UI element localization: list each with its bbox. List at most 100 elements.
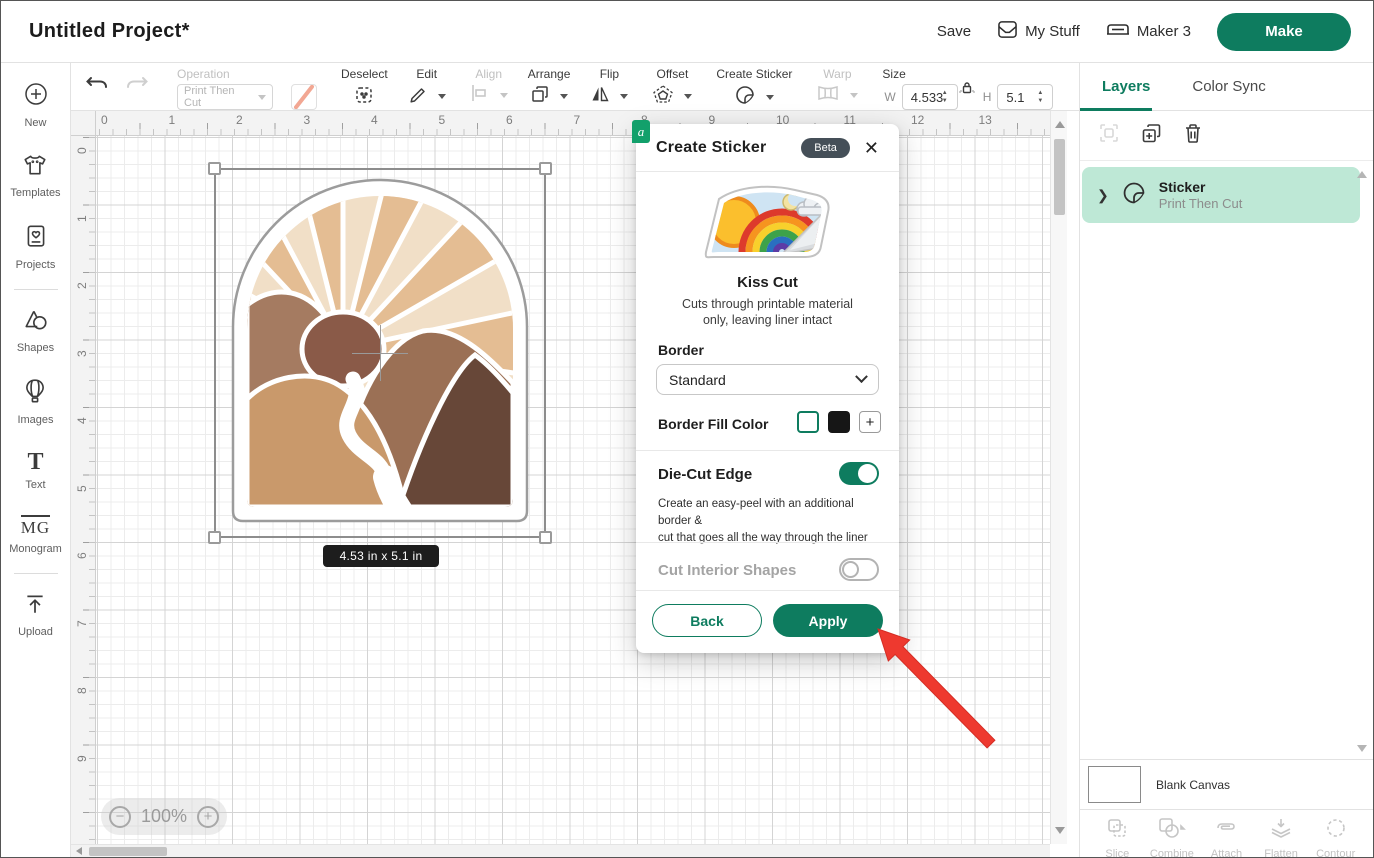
trash-icon[interactable] (1183, 122, 1203, 150)
scroll-up-arrow[interactable] (1055, 121, 1065, 128)
selection-bounding-box[interactable] (214, 168, 546, 538)
make-button[interactable]: Make (1217, 13, 1351, 51)
zoom-in-button[interactable]: + (197, 806, 219, 828)
horizontal-scroll-thumb[interactable] (89, 847, 167, 856)
layer-operations-bar: Slice Combine Attach (1080, 809, 1373, 857)
deselect-button[interactable]: Deselect (331, 63, 398, 110)
cricut-design-space-window: Untitled Project* Save My Stuff (0, 0, 1374, 858)
scroll-down-arrow[interactable] (1055, 827, 1065, 834)
flip-button[interactable]: Flip (580, 63, 638, 110)
apply-button[interactable]: Apply (773, 604, 883, 637)
combine-icon (1157, 816, 1187, 845)
monogram-icon: MG (21, 515, 50, 538)
combine-button: Combine (1145, 816, 1200, 857)
machine-icon (1106, 21, 1130, 43)
canvas-color-swatch[interactable] (1088, 766, 1141, 803)
sidebar-item-projects[interactable]: Projects (16, 223, 56, 271)
my-stuff-button[interactable]: My Stuff (997, 20, 1080, 43)
resize-handle-ne[interactable] (539, 162, 552, 175)
operation-label: Operation (177, 67, 230, 81)
fill-color-black-swatch[interactable] (828, 411, 850, 433)
width-stepper[interactable]: ▲▼ (942, 90, 953, 104)
back-button[interactable]: Back (652, 604, 762, 637)
arrange-button[interactable]: Arrange (518, 63, 581, 110)
slice-icon (1105, 816, 1129, 845)
machine-selector[interactable]: Maker 3 (1106, 21, 1191, 43)
zoom-control: − 100% + (101, 798, 227, 835)
ruler-tick-label: 4 (75, 417, 89, 424)
undo-button[interactable] (85, 74, 109, 99)
ruler-tick-label: 7 (75, 620, 89, 627)
layer-operation: Print Then Cut (1159, 196, 1243, 211)
blank-canvas-label: Blank Canvas (1156, 778, 1230, 792)
border-fill-color-label: Border Fill Color (658, 416, 768, 432)
layer-expand-chevron[interactable]: ❯ (1097, 187, 1109, 204)
layer-row-sticker[interactable]: ❯ Sticker Print Then Cut (1082, 167, 1360, 223)
ruler-tick-label: 8 (75, 687, 89, 694)
sidebar-item-text[interactable]: T Text (25, 450, 45, 491)
ruler-tick-label: 12 (911, 113, 924, 127)
border-label: Border (658, 342, 704, 358)
warp-icon (816, 84, 840, 107)
flip-icon (590, 84, 610, 109)
contour-button: Contour (1308, 816, 1363, 857)
canvas-area[interactable]: 012345678910111213 0123456789 (71, 111, 1067, 857)
vertical-scrollbar[interactable] (1050, 111, 1067, 844)
ruler-tick-label: 2 (75, 282, 89, 289)
resize-handle-nw[interactable] (208, 162, 221, 175)
duplicate-icon[interactable] (1140, 122, 1163, 150)
die-cut-edge-toggle[interactable] (839, 462, 879, 485)
paperclip-icon (1213, 816, 1239, 845)
balloon-icon (23, 378, 47, 409)
contour-icon (1324, 816, 1348, 845)
tab-color-sync[interactable]: Color Sync (1192, 78, 1265, 95)
create-sticker-button[interactable]: Create Sticker (706, 63, 802, 110)
save-button[interactable]: Save (937, 23, 971, 40)
center-crosshair (380, 325, 381, 381)
fill-color-white-swatch[interactable] (797, 411, 819, 433)
ruler-tick-label: 6 (506, 113, 513, 127)
tshirt-icon (22, 153, 48, 182)
flatten-button: Flatten (1254, 816, 1309, 857)
ruler-tick-label: 13 (979, 113, 992, 127)
close-icon[interactable]: ✕ (864, 139, 879, 157)
die-cut-edge-label: Die-Cut Edge (658, 466, 752, 483)
sidebar-item-images[interactable]: Images (17, 378, 53, 426)
layers-scroll-down-arrow[interactable] (1357, 745, 1367, 752)
group-select-icon (1098, 122, 1120, 149)
scroll-left-arrow[interactable] (76, 847, 82, 855)
cut-interior-shapes-toggle[interactable] (839, 558, 879, 581)
layers-scroll-up-arrow[interactable] (1357, 171, 1367, 178)
lock-ratio-icon[interactable] (959, 80, 975, 101)
blank-canvas-row[interactable]: Blank Canvas (1080, 759, 1373, 809)
horizontal-scrollbar[interactable] (71, 844, 1050, 857)
vertical-scroll-thumb[interactable] (1054, 139, 1065, 215)
tab-layers[interactable]: Layers (1102, 78, 1150, 95)
resize-handle-sw[interactable] (208, 531, 221, 544)
resize-handle-se[interactable] (539, 531, 552, 544)
sidebar-item-upload[interactable]: Upload (18, 592, 53, 638)
add-color-button[interactable]: + (859, 411, 881, 433)
warp-button: Warp (806, 63, 868, 110)
sidebar-item-monogram[interactable]: MG Monogram (9, 515, 62, 555)
border-dropdown[interactable]: Standard (656, 364, 879, 395)
offset-button[interactable]: Offset (642, 63, 702, 110)
height-stepper[interactable]: ▲▼ (1037, 90, 1048, 104)
sidebar-item-new[interactable]: New (23, 81, 49, 129)
ruler-tick-label: 3 (304, 113, 311, 127)
shapes-icon (23, 308, 49, 337)
redo-button[interactable] (125, 74, 149, 99)
sidebar-item-shapes[interactable]: Shapes (17, 308, 54, 354)
operation-color-swatch[interactable] (291, 84, 317, 110)
zoom-out-button[interactable]: − (109, 806, 131, 828)
panel-divider (636, 542, 899, 543)
new-icon (23, 81, 49, 112)
edit-button[interactable]: Edit (398, 63, 456, 110)
sidebar-item-templates[interactable]: Templates (10, 153, 60, 199)
project-title: Untitled Project* (29, 20, 190, 43)
panel-header: Create Sticker Beta ✕ (636, 124, 899, 172)
ruler-tick-label: 5 (439, 113, 446, 127)
align-icon (470, 84, 490, 107)
zoom-level: 100% (141, 806, 187, 827)
operation-dropdown[interactable]: Print Then Cut (177, 84, 273, 110)
